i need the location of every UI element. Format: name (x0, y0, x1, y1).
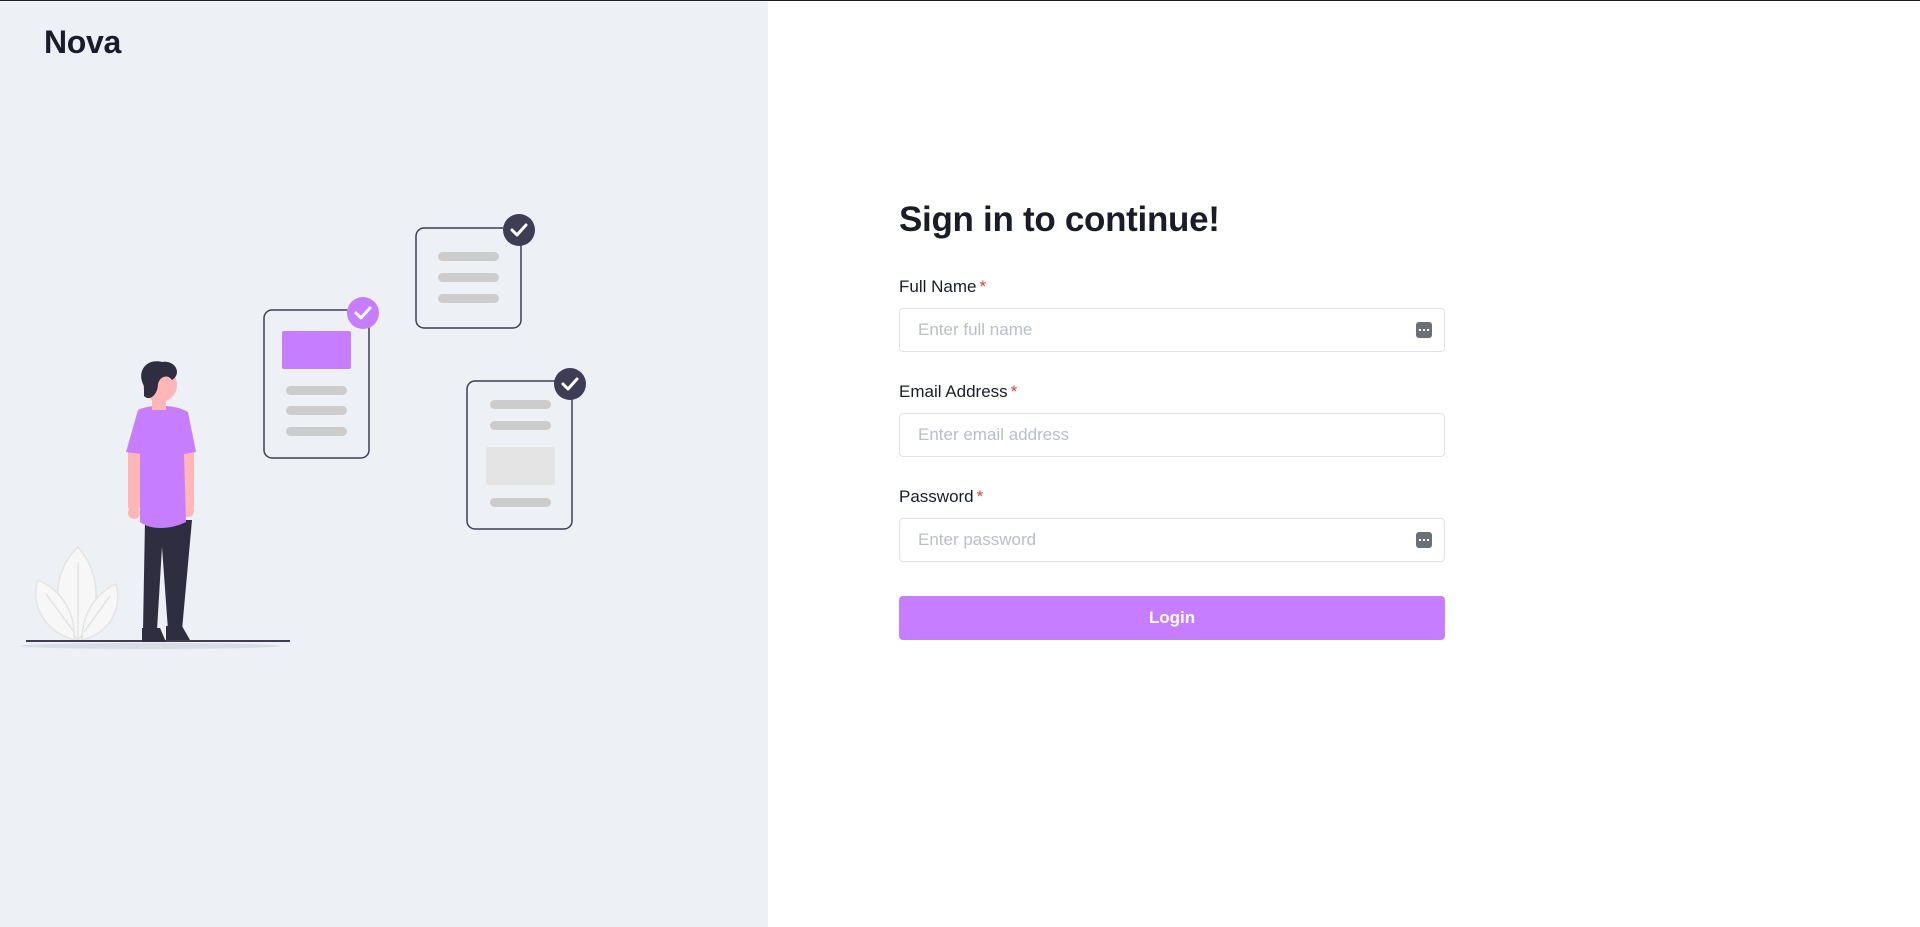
password-label-text: Password (899, 487, 974, 506)
checklist-card-1 (263, 297, 379, 459)
password-label: Password * (899, 487, 1445, 507)
brand-logo[interactable]: Nova (44, 24, 121, 61)
password-field: Password * (899, 487, 1445, 562)
full-name-field: Full Name * (899, 277, 1445, 352)
checklist-card-3 (466, 368, 586, 530)
required-mark: * (976, 487, 984, 506)
email-input[interactable] (900, 414, 1444, 456)
person-icon (126, 361, 196, 642)
full-name-input-box[interactable] (899, 308, 1445, 352)
full-name-label: Full Name * (899, 277, 1445, 297)
full-name-label-text: Full Name (899, 277, 977, 296)
login-button[interactable]: Login (899, 596, 1445, 640)
password-manager-icon[interactable] (1416, 322, 1432, 338)
required-mark: * (979, 277, 987, 296)
email-input-box[interactable] (899, 413, 1445, 457)
checklist-card-2 (415, 214, 535, 329)
email-label-text: Email Address (899, 382, 1008, 401)
password-input[interactable] (900, 519, 1444, 561)
left-panel: Nova (0, 2, 768, 927)
required-mark: * (1010, 382, 1018, 401)
plant-icon (34, 545, 119, 642)
full-name-input[interactable] (900, 309, 1444, 351)
password-manager-icon[interactable] (1416, 532, 1432, 548)
form-title: Sign in to continue! (899, 200, 1220, 239)
sign-in-form: Sign in to continue! Full Name* Email Ad… (899, 199, 1445, 640)
person-checklist-illustration (20, 214, 586, 649)
email-field: Email Address * (899, 382, 1445, 457)
password-input-box[interactable] (899, 518, 1445, 562)
email-label: Email Address * (899, 382, 1445, 402)
